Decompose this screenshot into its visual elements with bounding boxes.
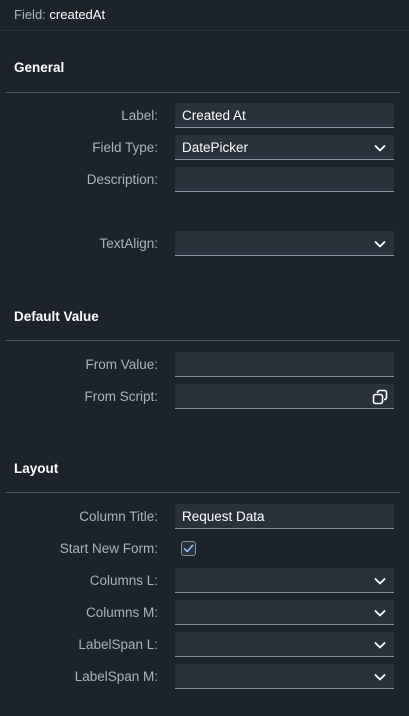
chevron-down-icon[interactable] — [372, 637, 388, 653]
open-dialog-icon[interactable] — [372, 389, 388, 405]
row-description: Description: — [0, 167, 409, 193]
section-title-default-value: Default Value — [14, 309, 99, 324]
description-input[interactable] — [175, 167, 394, 192]
row-field-type: Field Type: DatePicker — [0, 135, 409, 161]
row-start-new-form: Start New Form: — [0, 536, 409, 562]
from-value-label: From Value: — [85, 357, 158, 372]
checkmark-icon — [183, 544, 194, 553]
chevron-down-icon[interactable] — [372, 140, 388, 156]
columns-m-label: Columns M: — [85, 605, 158, 620]
section-title-layout: Layout — [14, 461, 59, 476]
row-from-value: From Value: — [0, 352, 409, 378]
start-new-form-checkbox[interactable] — [181, 541, 196, 556]
section-divider — [6, 92, 400, 93]
row-from-script: From Script: — [0, 384, 409, 410]
description-label: Description: — [86, 172, 158, 187]
header-label: Field: — [14, 7, 46, 22]
column-title-label: Column Title: — [79, 509, 158, 524]
labelspan-m-select[interactable] — [175, 664, 394, 689]
label-label: Label: — [121, 108, 158, 123]
chevron-down-icon[interactable] — [372, 236, 388, 252]
chevron-down-icon[interactable] — [372, 605, 388, 621]
section-divider — [6, 492, 400, 493]
column-title-value: Request Data — [182, 509, 265, 524]
field-type-label: Field Type: — [92, 140, 158, 155]
row-label: Label: Created At — [0, 103, 409, 129]
chevron-down-icon[interactable] — [372, 573, 388, 589]
panel-header: Field: createdAt — [0, 0, 409, 31]
columns-m-select[interactable] — [175, 600, 394, 625]
section-divider — [6, 340, 400, 341]
text-align-label: TextAlign: — [99, 236, 158, 251]
text-align-select[interactable] — [175, 231, 394, 256]
header-title: Field: createdAt — [14, 7, 105, 22]
row-labelspan-l: LabelSpan L: — [0, 632, 409, 658]
label-input[interactable]: Created At — [175, 103, 394, 128]
row-columns-m: Columns M: — [0, 600, 409, 626]
from-script-label: From Script: — [84, 389, 158, 404]
labelspan-l-label: LabelSpan L: — [78, 637, 158, 652]
from-value-input[interactable] — [175, 352, 394, 377]
columns-l-select[interactable] — [175, 568, 394, 593]
field-type-select[interactable]: DatePicker — [175, 135, 394, 160]
labelspan-l-select[interactable] — [175, 632, 394, 657]
columns-l-label: Columns L: — [89, 573, 158, 588]
header-field-name: createdAt — [49, 7, 106, 22]
start-new-form-label: Start New Form: — [59, 541, 158, 556]
chevron-down-icon[interactable] — [372, 669, 388, 685]
column-title-input[interactable]: Request Data — [175, 504, 394, 529]
row-text-align: TextAlign: — [0, 231, 409, 257]
row-labelspan-m: LabelSpan M: — [0, 664, 409, 690]
row-column-title: Column Title: Request Data — [0, 504, 409, 530]
from-script-input[interactable] — [175, 384, 394, 409]
labelspan-m-label: LabelSpan M: — [74, 669, 158, 684]
row-columns-l: Columns L: — [0, 568, 409, 594]
section-title-general: General — [14, 60, 65, 75]
field-type-value: DatePicker — [182, 140, 249, 155]
label-input-value: Created At — [182, 108, 246, 123]
